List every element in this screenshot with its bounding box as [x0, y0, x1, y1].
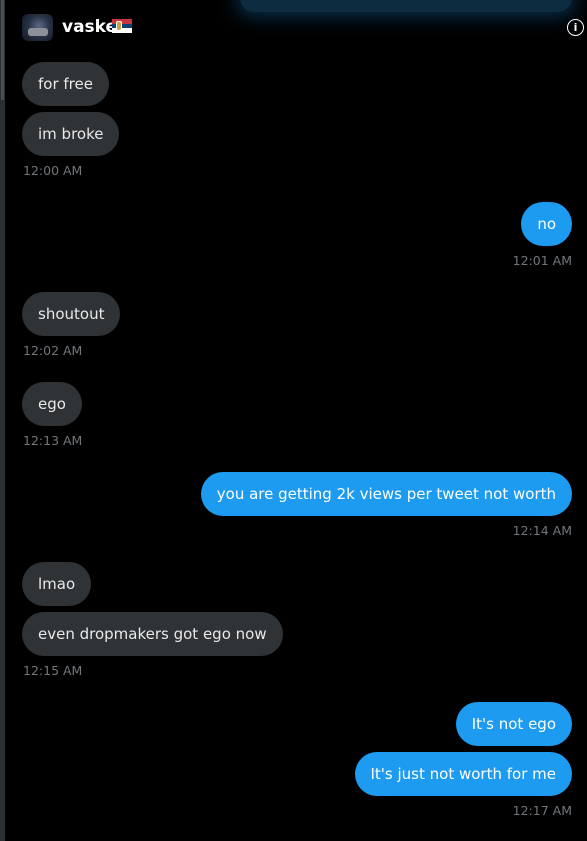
message-bubble-outgoing[interactable]: It's just not worth for me	[354, 752, 572, 796]
message-bubble-outgoing[interactable]: no	[521, 202, 572, 246]
message-timestamp: 12:00 AM	[23, 163, 83, 178]
avatar[interactable]	[22, 14, 53, 41]
message-timestamp: 12:14 AM	[512, 523, 572, 538]
window-scrollbar[interactable]	[0, 0, 5, 841]
message-bubble-incoming[interactable]: ego	[22, 382, 82, 426]
contact-name[interactable]: vaske	[62, 17, 117, 37]
message-timestamp: 12:02 AM	[23, 343, 83, 358]
message-bubble-incoming[interactable]: shoutout	[22, 292, 121, 336]
message-bubble-incoming[interactable]: even dropmakers got ego now	[22, 612, 283, 656]
info-icon[interactable]: i	[567, 19, 584, 36]
message-timestamp: 12:13 AM	[23, 433, 83, 448]
message-timestamp: 12:15 AM	[23, 663, 83, 678]
message-bubble-outgoing[interactable]: you are getting 2k views per tweet not w…	[200, 472, 572, 516]
composer-edge	[240, 0, 572, 12]
message-bubble-incoming[interactable]: for free	[22, 62, 109, 106]
scrollbar-thumb[interactable]	[1, 0, 4, 100]
message-bubble-incoming[interactable]: lmao	[22, 562, 92, 606]
message-timestamp: 12:17 AM	[512, 803, 572, 818]
serbia-flag-icon	[112, 19, 132, 33]
message-bubble-outgoing[interactable]: It's not ego	[455, 702, 572, 746]
message-bubble-incoming[interactable]: im broke	[22, 112, 120, 156]
message-timestamp: 12:01 AM	[512, 253, 572, 268]
conversation-header: vaske i	[22, 13, 587, 43]
